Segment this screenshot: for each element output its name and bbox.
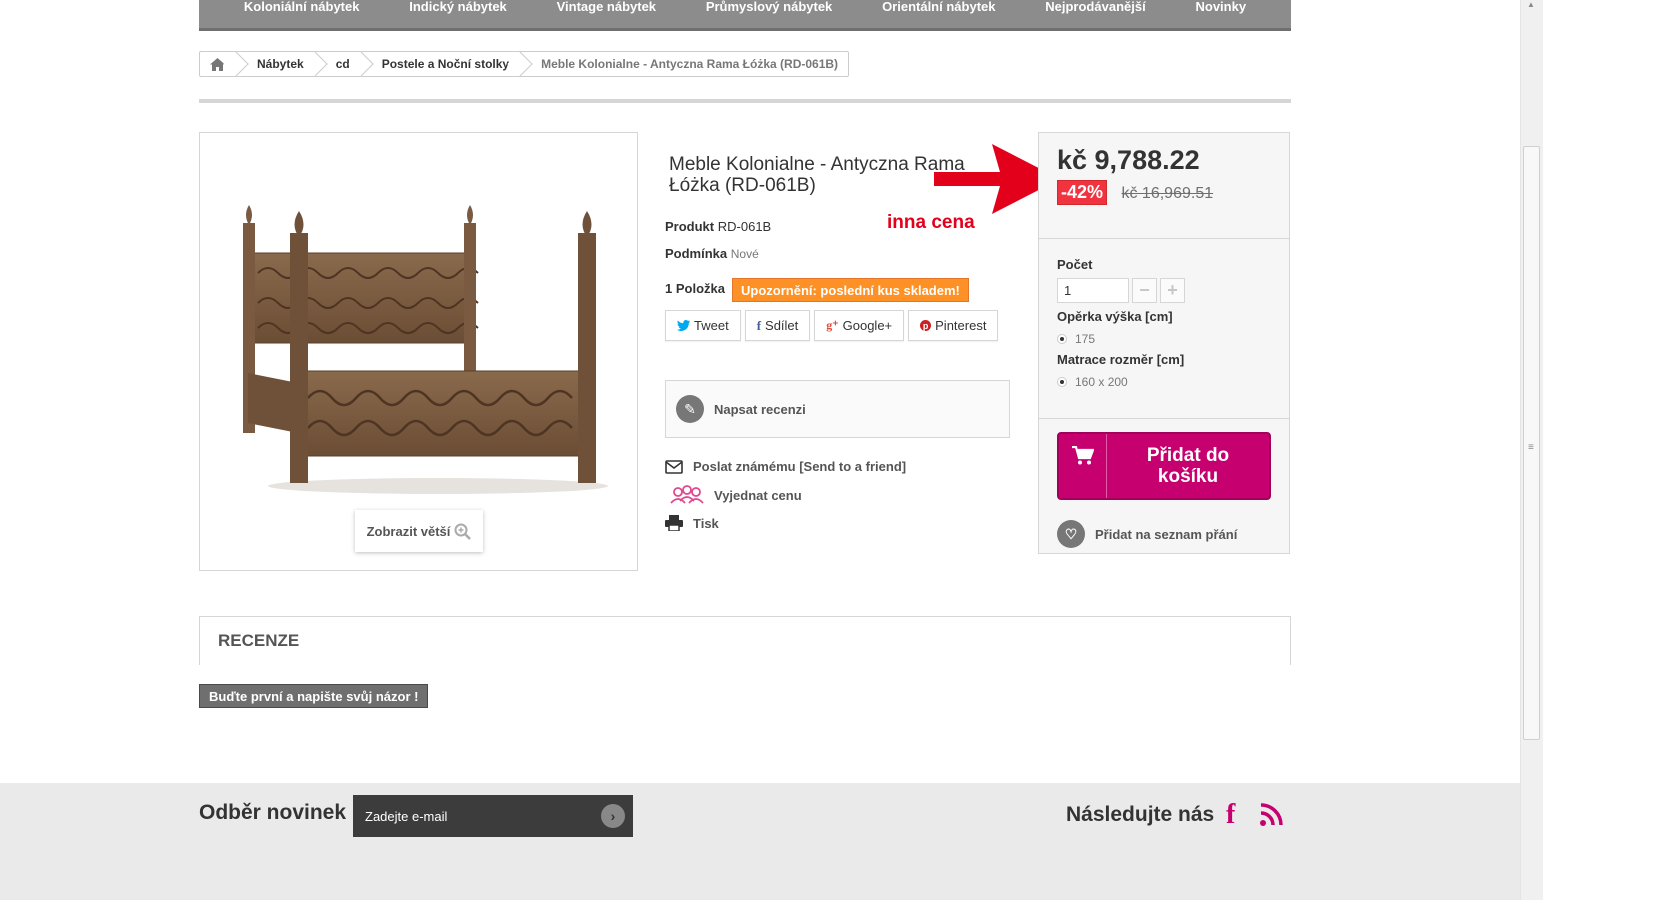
share-facebook-button[interactable]: f Sdílet	[744, 310, 811, 341]
price-annotation: inna cena	[887, 212, 975, 233]
option-headboard-value: 175	[1075, 332, 1096, 346]
nav-item-oriental[interactable]: Orientální nábytek	[882, 0, 995, 14]
tweet-button[interactable]: Tweet	[665, 310, 741, 341]
arrow-right-icon[interactable]: ›	[601, 804, 625, 828]
facebook-icon[interactable]: f	[1226, 799, 1235, 831]
scrollbar-thumb[interactable]: ≡	[1523, 146, 1540, 740]
reviews-heading: RECENZE	[199, 616, 1291, 665]
add-to-wishlist-link[interactable]: ♡ Přidat na seznam přání	[1057, 520, 1237, 548]
add-to-cart-button[interactable]: Přidat do košíku	[1057, 432, 1271, 500]
discount-badge: -42%	[1057, 180, 1108, 205]
zoom-button[interactable]: Zobrazit větší	[355, 510, 483, 552]
google-plus-button[interactable]: g⁺ Google+	[814, 310, 905, 341]
google-plus-icon: g⁺	[826, 318, 839, 332]
breadcrumb-item[interactable]: Nábytek	[239, 52, 318, 76]
nav-item-vintage[interactable]: Vintage nábytek	[557, 0, 656, 14]
twitter-icon	[677, 320, 690, 331]
newsletter-placeholder: Zadejte e-mail	[365, 808, 448, 824]
option-mattress-radio[interactable]: 160 x 200	[1057, 375, 1271, 389]
people-icon	[670, 485, 704, 504]
newsletter-title: Odběr novinek	[199, 801, 347, 824]
newsletter-email-input[interactable]: Zadejte e-mail ›	[353, 795, 633, 837]
add-to-cart-label: Přidat do košíku	[1146, 445, 1230, 487]
current-price: kč 9,788.22	[1057, 145, 1200, 175]
tweet-label: Tweet	[694, 318, 729, 333]
write-review-box[interactable]: ✎ Napsat recenzi	[665, 380, 1010, 438]
stock-quantity: 1 Položka	[665, 281, 725, 296]
cart-icon	[1059, 434, 1107, 498]
pencil-icon: ✎	[676, 395, 704, 423]
quantity-input[interactable]: 1	[1057, 278, 1129, 303]
nav-item-new[interactable]: Novinky	[1195, 0, 1246, 14]
radio-selected-icon	[1057, 377, 1067, 387]
zoom-in-icon	[454, 523, 472, 540]
footer: Odběr novinek Zadejte e-mail › Následujt…	[0, 783, 1520, 900]
write-review-label: Napsat recenzi	[714, 401, 806, 417]
negotiate-price-label: Vyjednat cenu	[714, 487, 802, 503]
facebook-icon: f	[756, 317, 762, 333]
grip-icon: ≡	[1528, 442, 1534, 453]
condition-label: Podmínka	[665, 246, 728, 261]
old-price: kč 16,969.51	[1121, 185, 1214, 202]
buy-box: kč 9,788.22 -42% kč 16,969.51 Počet 1 − …	[1038, 132, 1290, 554]
breadcrumb-current: Meble Kolonialne - Antyczna Rama Łóżka (…	[541, 57, 839, 71]
product-condition: Podmínka Nové	[665, 246, 759, 261]
breadcrumb: Nábytek cd Postele a Noční stolky Meble …	[199, 51, 850, 77]
negotiate-price-link[interactable]: Vyjednat cenu	[670, 485, 802, 505]
pinterest-icon: p	[920, 320, 932, 331]
social-share: Tweet f Sdílet g⁺ Google+ p Pinterest	[665, 310, 999, 341]
price-section: kč 9,788.22 -42% kč 16,969.51	[1039, 133, 1289, 239]
pinterest-button[interactable]: p Pinterest	[908, 310, 999, 341]
condition-value: Nové	[730, 247, 759, 261]
option-mattress-label: Matrace rozměr [cm]	[1057, 352, 1185, 367]
follow-us-title: Následujte nás	[1066, 803, 1215, 826]
quantity-stepper: 1 − +	[1057, 278, 1271, 303]
stock-warning-badge: Upozornění: poslední kus skladem!	[732, 278, 969, 302]
send-to-friend-link[interactable]: Poslat známému [Send to a friend]	[665, 459, 906, 474]
home-icon	[210, 57, 225, 71]
product-image[interactable]	[238, 203, 608, 503]
radio-selected-icon	[1057, 334, 1067, 344]
printer-icon	[665, 515, 683, 531]
nav-item-indian[interactable]: Indický nábytek	[409, 0, 507, 14]
share-label: Sdílet	[765, 318, 799, 333]
google-plus-label: Google+	[842, 318, 893, 333]
reference-label: Produkt	[665, 219, 715, 234]
rss-icon[interactable]	[1259, 803, 1283, 827]
breadcrumb-home[interactable]	[200, 52, 239, 76]
quantity-minus-button[interactable]: −	[1132, 278, 1157, 303]
print-label: Tisk	[693, 515, 719, 531]
product-image-box: Zobrazit větší	[199, 132, 638, 571]
pinterest-label: Pinterest	[935, 318, 987, 333]
reference-value: RD-061B	[717, 219, 772, 234]
write-first-review-button[interactable]: Buďte první a napište svůj názor !	[199, 684, 429, 708]
breadcrumb-item[interactable]: Postele a Noční stolky	[364, 52, 523, 76]
nav-item-industrial[interactable]: Průmyslový nábytek	[706, 0, 832, 14]
send-to-friend-label: Poslat známému [Send to a friend]	[693, 459, 907, 474]
option-headboard-label: Opěrka výška [cm]	[1057, 309, 1173, 324]
wishlist-label: Přidat na seznam přání	[1095, 526, 1238, 542]
option-mattress-value: 160 x 200	[1075, 375, 1128, 389]
heart-icon: ♡	[1057, 520, 1085, 548]
product-reference: Produkt RD-061B	[665, 219, 771, 234]
options-section: Počet 1 − + Opěrka výška [cm] 175 Matrac…	[1039, 239, 1289, 419]
envelope-icon	[665, 459, 683, 474]
divider	[199, 99, 1291, 103]
quantity-label: Počet	[1057, 257, 1093, 272]
quantity-plus-button[interactable]: +	[1160, 278, 1185, 303]
nav-item-bestsellers[interactable]: Nejprodávanější	[1045, 0, 1145, 14]
option-headboard-radio[interactable]: 175	[1057, 332, 1271, 346]
zoom-label: Zobrazit větší	[366, 523, 451, 539]
top-navigation: Koloniální nábytek Indický nábytek Vinta…	[199, 0, 1291, 31]
nav-item-colonial[interactable]: Koloniální nábytek	[244, 0, 360, 14]
print-link[interactable]: Tisk	[665, 515, 719, 531]
vertical-scrollbar[interactable]: ▲ ≡	[1520, 0, 1543, 900]
scroll-up-icon[interactable]: ▲	[1527, 0, 1535, 9]
